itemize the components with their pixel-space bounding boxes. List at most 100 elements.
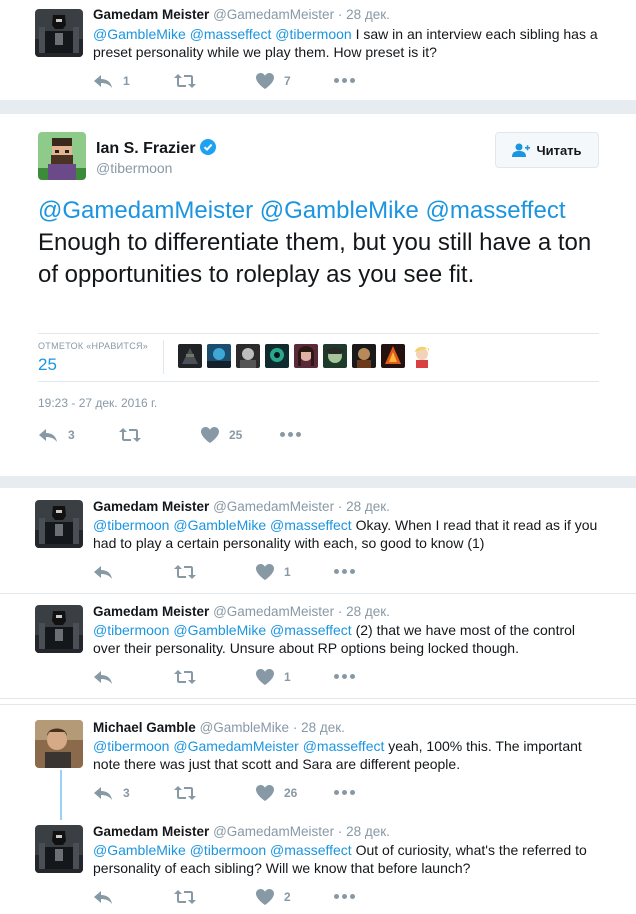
reply-button[interactable] [93,889,113,905]
reply-tweet-1[interactable]: Gamedam Meister @GamedamMeister · 28 дек… [93,499,390,515]
liker-avatar[interactable] [294,344,318,368]
follow-button[interactable]: Читать [495,132,599,168]
author-name[interactable]: Ian S. Frazier [96,140,196,157]
tweet-timestamp[interactable]: 19:23 - 27 дек. 2016 г. [38,396,157,410]
divider [38,333,599,334]
author-handle[interactable]: @GamedamMeister [213,499,334,514]
liker-avatar[interactable] [381,344,405,368]
divider [38,381,599,382]
retweet-button[interactable] [174,669,196,685]
like-button[interactable]: 7 [256,73,291,89]
retweet-icon [119,427,141,443]
like-button[interactable]: 25 [201,427,242,443]
mention-link[interactable]: @GambleMike [93,26,186,42]
retweet-icon [174,564,196,580]
reply-tweet-0[interactable]: Gamedam Meister @GamedamMeister · 28 дек… [0,0,636,100]
author-name[interactable]: Michael Gamble [93,720,196,735]
avatar[interactable] [35,720,83,768]
separator: · [337,604,343,619]
mention-link[interactable]: @tibermoon [93,738,169,754]
mention-link[interactable]: @masseffect [270,842,352,858]
retweet-button[interactable] [119,427,141,443]
mention-link[interactable]: @tibermoon [93,517,169,533]
avatar[interactable] [35,825,83,873]
like-button[interactable]: 1 [256,564,291,580]
more-options-icon[interactable] [334,674,355,679]
reply-tweet-3[interactable]: Michael Gamble @GambleMike · 28 дек. [93,720,345,736]
reply-tweet-2[interactable]: Gamedam Meister @GamedamMeister · 28 дек… [93,604,390,620]
author-handle[interactable]: @GamedamMeister [213,824,334,839]
separator: · [337,7,343,22]
liker-avatar[interactable] [178,344,202,368]
like-button[interactable]: 26 [256,785,297,801]
liker-avatar[interactable] [236,344,260,368]
heart-icon [256,785,274,801]
liker-avatar[interactable] [323,344,347,368]
author-name[interactable]: Gamedam Meister [93,824,209,839]
like-count: 1 [284,670,291,684]
mention-link[interactable]: @masseffect [270,517,352,533]
more-options-icon[interactable] [334,78,355,83]
mention-link[interactable]: @masseffect [190,26,272,42]
retweet-icon [174,73,196,89]
reply-button[interactable] [93,669,113,685]
avatar[interactable] [35,500,83,548]
heart-icon [256,889,274,905]
tweet-date[interactable]: 28 дек. [346,499,390,514]
more-options-icon[interactable] [280,432,301,437]
mention-link[interactable]: @GambleMike [173,622,266,638]
retweet-button[interactable] [174,889,196,905]
author-handle[interactable]: @GambleMike [200,720,289,735]
mention-link[interactable]: @masseffect [426,197,566,224]
tweet-text: @tibermoon @GamedamMeister @masseffect y… [93,737,603,773]
mention-link[interactable]: @tibermoon [93,622,169,638]
reply-button[interactable]: 3 [38,427,75,443]
reply-button[interactable]: 3 [93,785,130,801]
liker-avatar[interactable] [265,344,289,368]
mention-link[interactable]: @masseffect [270,622,352,638]
likes-label[interactable]: ОТМЕТОК «НРАВИТСЯ» [38,341,148,351]
tweet-date[interactable]: 28 дек. [346,7,390,22]
liker-avatar[interactable] [352,344,376,368]
tweet-date[interactable]: 28 дек. [301,720,345,735]
reply-count: 3 [68,428,75,442]
author-handle[interactable]: @tibermoon [96,160,172,176]
main-avatar[interactable] [38,132,86,180]
like-button[interactable]: 1 [256,669,291,685]
mention-link[interactable]: @GamedamMeister [38,197,253,224]
heart-icon [256,73,274,89]
author-name[interactable]: Gamedam Meister [93,7,209,22]
mention-link[interactable]: @tibermoon [190,842,266,858]
mention-link[interactable]: @GambleMike [260,197,419,224]
author-name[interactable]: Gamedam Meister [93,499,209,514]
avatar[interactable] [35,9,83,57]
avatar[interactable] [35,605,83,653]
liker-avatar[interactable] [410,344,434,368]
retweet-icon [174,669,196,685]
more-options-icon[interactable] [334,894,355,899]
liker-avatar[interactable] [207,344,231,368]
tweet-text: @tibermoon @GambleMike @masseffect Okay.… [93,516,603,552]
author-handle[interactable]: @GamedamMeister [213,604,334,619]
mention-link[interactable]: @GamedamMeister [173,738,298,754]
like-button[interactable]: 2 [256,889,291,905]
tweet-date[interactable]: 28 дек. [346,604,390,619]
likes-count[interactable]: 25 [38,355,57,375]
retweet-button[interactable] [174,564,196,580]
mention-link[interactable]: @masseffect [303,738,385,754]
author-name[interactable]: Gamedam Meister [93,604,209,619]
author-handle[interactable]: @GamedamMeister [213,7,334,22]
reply-button[interactable]: 1 [93,73,130,89]
reply-tweet-4[interactable]: Gamedam Meister @GamedamMeister · 28 дек… [93,824,390,840]
retweet-button[interactable] [174,785,196,801]
mention-link[interactable]: @GambleMike [93,842,186,858]
more-options-icon[interactable] [334,790,355,795]
mention-link[interactable]: @tibermoon [275,26,351,42]
tweet-date[interactable]: 28 дек. [346,824,390,839]
retweet-button[interactable] [174,73,196,89]
reply-button[interactable] [93,564,113,580]
mention-link[interactable]: @GambleMike [173,517,266,533]
heart-icon [256,669,274,685]
like-count: 2 [284,890,291,904]
more-options-icon[interactable] [334,569,355,574]
